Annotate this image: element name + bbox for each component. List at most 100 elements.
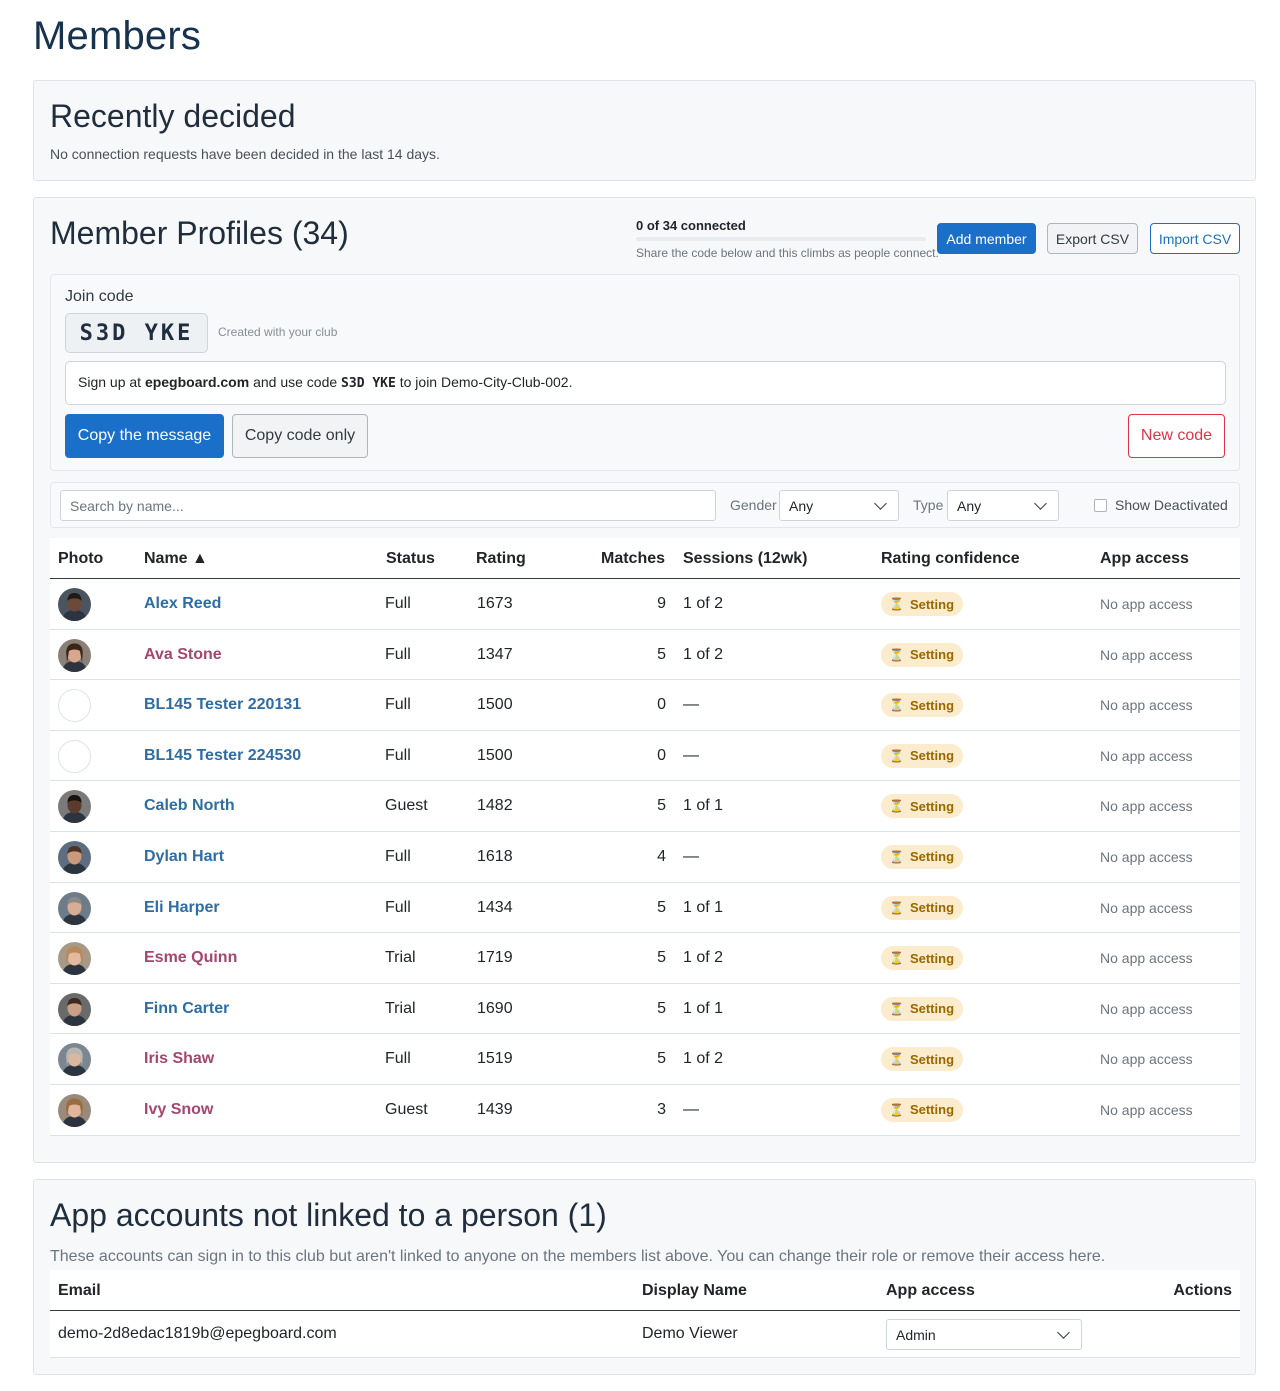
copy-message-button[interactable]: Copy the message (65, 414, 224, 458)
member-app-access: No app access (1100, 1051, 1193, 1068)
show-deactivated-checkbox[interactable] (1094, 499, 1107, 512)
member-sessions: — (683, 1100, 699, 1118)
join-code-value: S3D YKE (65, 313, 208, 353)
avatar (58, 588, 91, 621)
member-sessions: — (683, 746, 699, 764)
members-table: Photo Name ▲ Status Rating Matches Sessi… (50, 538, 1240, 1136)
member-name-link[interactable]: Esme Quinn (144, 949, 237, 967)
table-row[interactable]: Ava Stone Full 1347 5 1 of 2 ⏳ Setting No app a… (50, 629, 1240, 681)
table-row[interactable]: Iris Shaw Full 1519 5 1 of 2 ⏳ Setting No app a… (50, 1034, 1240, 1085)
avatar-photo (58, 638, 91, 672)
member-name-link[interactable]: Iris Shaw (144, 1050, 214, 1068)
gender-select[interactable]: Any (779, 490, 899, 521)
avatar (58, 1093, 91, 1127)
connected-count: 0 of 34 connected (636, 218, 746, 233)
col-sessions[interactable]: Sessions (12wk) (683, 550, 808, 568)
chevron-down-icon (1034, 497, 1047, 510)
table-row[interactable]: Esme Quinn Trial 1719 5 1 of 2 ⏳ Setting No app… (50, 933, 1240, 984)
new-code-button[interactable]: New code (1128, 414, 1225, 458)
member-status: Full (385, 696, 411, 714)
show-deactivated-label[interactable]: Show Deactivated (1115, 497, 1228, 513)
export-csv-button[interactable]: Export CSV (1047, 223, 1138, 254)
member-name-link[interactable]: Ava Stone (144, 646, 222, 664)
table-row[interactable]: Finn Carter Trial 1690 5 1 of 1 ⏳ Setting No ap… (50, 983, 1240, 1035)
member-name-link[interactable]: Dylan Hart (144, 848, 224, 866)
member-status: Full (385, 898, 411, 916)
member-matches: 9 (657, 595, 666, 612)
avatar (58, 992, 91, 1026)
member-sessions: — (683, 847, 699, 865)
member-name-link[interactable]: BL145 Tester 220131 (144, 696, 301, 714)
chevron-down-icon (1057, 1326, 1070, 1339)
settling-icon: ⏳ (889, 647, 904, 662)
settling-icon: ⏳ (889, 1102, 904, 1117)
avatar (58, 942, 91, 976)
member-sessions: 1 of 1 (683, 999, 724, 1017)
table-row[interactable]: Caleb North Guest 1482 5 1 of 1 ⏳ Setting No ap… (50, 781, 1240, 832)
table-row: demo-2d8edac1819b@epegboard.com Demo Vie… (50, 1311, 1240, 1358)
settling-icon: ⏳ (889, 597, 904, 611)
col-status[interactable]: Status (386, 550, 435, 568)
unlinked-accounts-title: App accounts not linked to a person (1) (50, 1197, 607, 1233)
settling-icon: ⏳ (889, 951, 904, 966)
member-rating: 1439 (477, 1100, 513, 1118)
member-sessions: 1 of 2 (683, 949, 724, 967)
member-matches: 3 (657, 1100, 666, 1118)
member-sessions: 1 of 1 (683, 898, 724, 916)
rating-confidence-label: Setting (909, 697, 955, 713)
invite-message-mid: and use code (249, 374, 342, 390)
join-code-created-note: Created with your club (218, 325, 338, 339)
rating-confidence-label: Setting (909, 647, 955, 663)
member-name-link[interactable]: Alex Reed (144, 595, 221, 613)
member-matches: 5 (657, 1050, 666, 1068)
col-rating-confidence[interactable]: Rating confidence (881, 550, 1020, 568)
avatar (58, 891, 91, 925)
member-rating: 1719 (477, 949, 513, 967)
avatar (58, 1043, 91, 1077)
search-input[interactable] (60, 490, 716, 521)
col-name-sort[interactable]: Name ▲ (144, 550, 208, 568)
unlinked-accounts-text: These accounts can sign in to this club … (50, 1248, 1106, 1265)
rating-confidence-label: Setting (909, 1001, 955, 1017)
member-matches: 5 (657, 898, 666, 916)
table-row[interactable]: BL145 Tester 224530 Full 1500 0 — ⏳ Setting No … (50, 730, 1240, 782)
member-name-link[interactable]: Eli Harper (144, 899, 220, 917)
add-member-button[interactable]: Add member (937, 223, 1036, 254)
col-matches[interactable]: Matches (601, 550, 665, 568)
col-rating[interactable]: Rating (476, 550, 526, 568)
col-photo: Photo (58, 550, 104, 567)
avatar-photo (58, 1043, 91, 1077)
settling-icon: ⏳ (889, 748, 904, 763)
join-code-panel: Join code S3D YKE Created with your club… (50, 274, 1240, 471)
member-app-access: No app access (1100, 596, 1193, 612)
col-display-name: Display Name (642, 1282, 747, 1299)
type-select[interactable]: Any (947, 490, 1059, 521)
app-access-role-select[interactable]: Admin (886, 1319, 1082, 1350)
member-name-link[interactable]: Ivy Snow (144, 1101, 213, 1119)
table-row[interactable]: Ivy Snow Guest 1439 3 — ⏳ Setting No app access (50, 1084, 1240, 1136)
member-rating: 1347 (477, 645, 513, 663)
rating-confidence-label: Setting (909, 596, 955, 612)
settling-icon: ⏳ (889, 1052, 904, 1067)
table-row[interactable]: Dylan Hart Full 1618 4 — ⏳ Setting No app acces… (50, 831, 1240, 883)
members-table-body: Alex Reed Full 1673 9 1 of 2 ⏳ Setting No app a… (50, 579, 1240, 1136)
member-name-link[interactable]: BL145 Tester 224530 (144, 747, 301, 765)
settling-icon: ⏳ (889, 849, 904, 864)
chevron-down-icon (874, 497, 887, 510)
member-name-link[interactable]: Finn Carter (144, 1000, 229, 1018)
table-row[interactable]: BL145 Tester 220131 Full 1500 0 — ⏳ Setting No … (50, 680, 1240, 731)
rating-confidence-badge: ⏳ Setting (881, 794, 964, 819)
member-status: Trial (385, 999, 416, 1017)
table-row[interactable]: Alex Reed Full 1673 9 1 of 2 ⏳ Setting No app a… (50, 579, 1240, 630)
avatar-placeholder (58, 689, 91, 723)
copy-code-button[interactable]: Copy code only (232, 414, 368, 458)
col-app-access[interactable]: App access (1100, 550, 1189, 568)
table-row[interactable]: Eli Harper Full 1434 5 1 of 1 ⏳ Setting No app … (50, 882, 1240, 934)
invite-message-site: epegboard.com (144, 374, 250, 390)
member-matches: 5 (657, 645, 666, 663)
member-status: Trial (385, 949, 416, 967)
page-title: Members (33, 14, 202, 58)
import-csv-button[interactable]: Import CSV (1150, 223, 1240, 254)
member-name-link[interactable]: Caleb North (144, 797, 235, 815)
rating-confidence-label: Setting (909, 900, 955, 916)
